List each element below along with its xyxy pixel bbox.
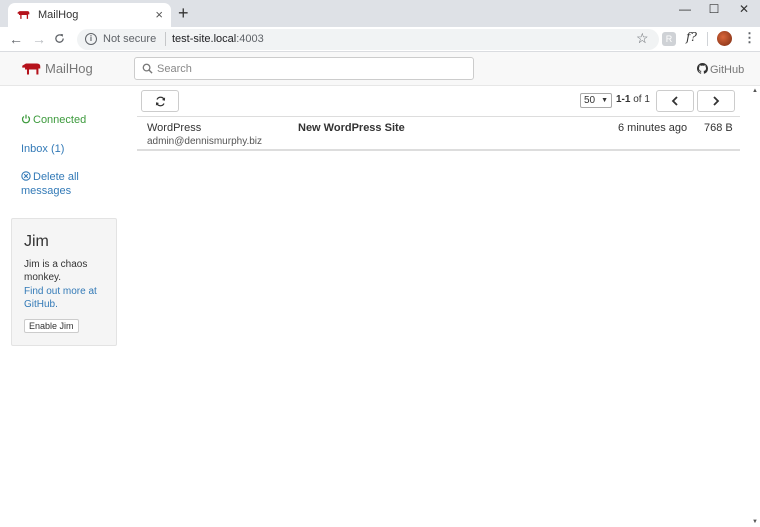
- back-button[interactable]: ←: [9, 31, 23, 47]
- github-label: GitHub: [710, 64, 745, 76]
- connected-label: Connected: [33, 114, 87, 126]
- scroll-up-icon[interactable]: ▲: [752, 88, 758, 94]
- power-icon: [21, 114, 31, 124]
- previous-page-button[interactable]: [656, 90, 694, 112]
- sidebar-item-inbox[interactable]: Inbox (1): [21, 142, 64, 156]
- url-text[interactable]: test-site.local:4003: [172, 33, 264, 45]
- toolbar-divider: [707, 32, 708, 46]
- mailhog-logo-icon: [22, 63, 41, 75]
- brand-name: MailHog: [45, 61, 93, 76]
- url-host: test-site.local: [172, 33, 237, 45]
- delete-circle-icon: [21, 171, 31, 181]
- chevron-right-icon: [713, 96, 720, 106]
- browser-menu-icon[interactable]: ⋮: [743, 30, 756, 46]
- message-list: WordPress admin@dennismurphy.biz New Wor…: [137, 116, 740, 151]
- browser-tab[interactable]: MailHog ×: [8, 3, 171, 27]
- search-icon: [142, 63, 153, 74]
- search-input[interactable]: [155, 60, 465, 77]
- window-minimize-button[interactable]: —: [670, 2, 700, 22]
- jim-github-link[interactable]: Find out more at GitHub.: [24, 285, 114, 311]
- jim-description: Jim is a chaos monkey.: [24, 259, 88, 283]
- pagination-of: of: [633, 94, 642, 105]
- tab-title: MailHog: [38, 9, 79, 21]
- bookmark-star-icon[interactable]: ☆: [636, 30, 649, 47]
- tab-close-icon[interactable]: ×: [155, 7, 163, 22]
- message-from-address: admin@dennismurphy.biz: [147, 136, 263, 147]
- refresh-button[interactable]: [141, 90, 179, 112]
- window-maximize-button[interactable]: ☐: [699, 2, 729, 22]
- message-size: 768 B: [704, 122, 733, 134]
- jim-title: Jim: [24, 233, 49, 250]
- url-port: :4003: [236, 33, 264, 45]
- window-close-button[interactable]: ✕: [729, 2, 759, 22]
- message-subject: New WordPress Site: [298, 122, 405, 134]
- new-tab-button[interactable]: +: [178, 3, 189, 24]
- scroll-down-icon[interactable]: ▼: [752, 519, 758, 525]
- page-scrollbar[interactable]: ▲ ▼: [752, 86, 760, 527]
- reload-icon: [55, 33, 64, 43]
- mailhog-favicon-icon: [17, 11, 30, 19]
- github-icon: [697, 63, 708, 74]
- pagination-total: 1: [644, 94, 650, 105]
- security-label: Not secure: [103, 33, 157, 45]
- page-size-value: 50: [584, 95, 596, 106]
- page-size-select[interactable]: 50 ▼: [580, 93, 612, 108]
- extension-icon[interactable]: R: [662, 32, 676, 46]
- jim-panel: Jim Jim is a chaos monkey. Find out more…: [11, 218, 117, 346]
- connected-status: Connected: [21, 113, 86, 127]
- extension-formula-icon[interactable]: f?: [686, 30, 697, 44]
- message-from-name: WordPress: [147, 122, 202, 134]
- reload-button[interactable]: [54, 32, 65, 47]
- message-time: 6 minutes ago: [618, 122, 688, 134]
- refresh-icon: [155, 96, 166, 107]
- info-icon[interactable]: i: [85, 33, 97, 45]
- message-row[interactable]: WordPress admin@dennismurphy.biz New Wor…: [137, 116, 740, 151]
- forward-button[interactable]: →: [32, 31, 46, 47]
- enable-jim-button[interactable]: Enable Jim: [24, 319, 79, 333]
- profile-avatar[interactable]: [717, 31, 732, 46]
- delete-all-messages-link[interactable]: Delete all messages: [21, 170, 91, 198]
- dropdown-caret-icon: ▼: [601, 97, 608, 104]
- url-divider: [165, 32, 166, 46]
- pagination-info: 1-1 of 1: [616, 94, 650, 105]
- app-navbar: MailHog GitHub: [0, 52, 760, 86]
- github-link[interactable]: GitHub: [697, 63, 744, 76]
- next-page-button[interactable]: [697, 90, 735, 112]
- chevron-left-icon: [671, 96, 678, 106]
- search-box[interactable]: [134, 57, 474, 80]
- address-bar[interactable]: i Not secure test-site.local:4003: [77, 29, 659, 50]
- pagination-range: 1-1: [616, 94, 631, 105]
- browser-tabstrip: MailHog × + — ☐ ✕: [0, 0, 760, 27]
